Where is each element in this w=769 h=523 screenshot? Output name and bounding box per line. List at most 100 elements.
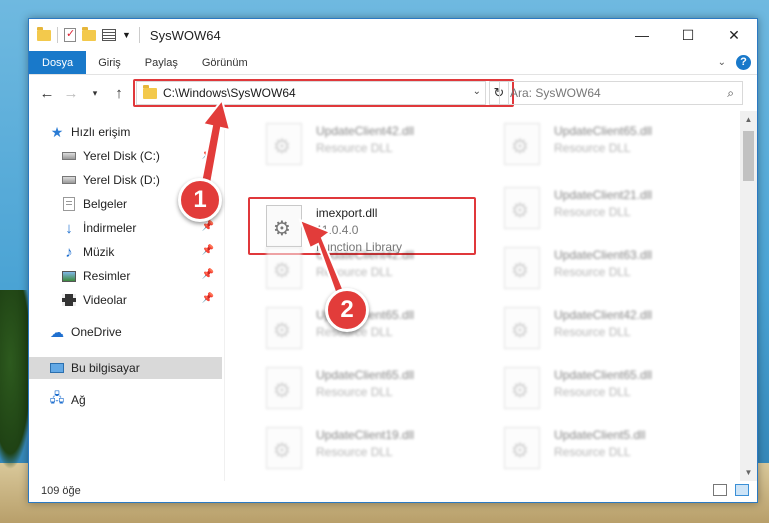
dll-file-icon bbox=[266, 123, 302, 165]
pin-icon[interactable]: 📌 bbox=[202, 149, 214, 160]
forward-arrow-icon[interactable]: → bbox=[59, 85, 83, 102]
file-name: UpdateClient19.dll bbox=[316, 428, 415, 442]
dll-file-icon bbox=[504, 307, 540, 349]
disk-icon bbox=[61, 173, 77, 187]
dll-file-icon bbox=[266, 247, 302, 289]
search-icon[interactable]: ⌕ bbox=[727, 86, 734, 101]
scroll-up-icon[interactable]: ▲ bbox=[740, 111, 757, 128]
sidebar-item-label: Resimler bbox=[83, 269, 131, 283]
file-list: UpdateClient42.dll Resource DLL imexport.… bbox=[226, 111, 741, 481]
file-name: UpdateClient5.dll bbox=[554, 428, 646, 442]
dll-file-icon bbox=[266, 427, 302, 469]
file-type: Resource DLL bbox=[316, 385, 393, 399]
file-tile[interactable]: UpdateClient63.dll Resource DLL bbox=[484, 241, 714, 297]
sidebar-item-disk-c[interactable]: Yerel Disk (C:) 📌 bbox=[29, 145, 222, 167]
details-view-icon[interactable] bbox=[713, 484, 727, 496]
help-icon[interactable]: ? bbox=[736, 55, 751, 70]
title-bar: ▼ SysWOW64 — ☐ ✕ bbox=[29, 19, 757, 51]
address-path: C:\Windows\SysWOW64 bbox=[163, 86, 296, 100]
network-icon: 🖧 bbox=[49, 390, 65, 405]
status-bar: 109 öğe bbox=[29, 479, 757, 502]
pin-icon[interactable]: 📌 bbox=[202, 245, 214, 256]
file-tile[interactable]: UpdateClient19.dll Resource DLL bbox=[246, 421, 476, 477]
dll-file-icon bbox=[266, 307, 302, 349]
file-type: Resource DLL bbox=[554, 265, 631, 279]
file-name: UpdateClient21.dll bbox=[554, 188, 653, 202]
tiles-view-icon[interactable] bbox=[735, 484, 749, 496]
scroll-thumb[interactable] bbox=[743, 131, 754, 181]
navigation-pane: ★ Hızlı erişim Yerel Disk (C:) 📌 Yerel D… bbox=[29, 111, 225, 481]
sidebar-item-onedrive[interactable]: ☁ OneDrive bbox=[29, 321, 222, 343]
file-type: Resource DLL bbox=[554, 325, 631, 339]
back-arrow-icon[interactable]: ← bbox=[35, 85, 59, 102]
file-name: UpdateClient65.dll bbox=[554, 124, 653, 138]
sidebar-item-network[interactable]: 🖧 Ağ bbox=[29, 389, 222, 411]
close-button[interactable]: ✕ bbox=[711, 19, 757, 51]
tab-gorunum[interactable]: Görünüm bbox=[190, 51, 260, 74]
file-tile[interactable]: UpdateClient21.dll Resource DLL bbox=[484, 181, 714, 237]
pin-icon[interactable]: 📌 bbox=[202, 269, 214, 280]
file-tile[interactable]: UpdateClient42.dll Resource DLL bbox=[246, 241, 476, 297]
new-folder-icon[interactable] bbox=[82, 26, 96, 41]
dll-file-icon bbox=[504, 187, 540, 229]
customize-toolbar-icon[interactable]: ▼ bbox=[122, 30, 131, 40]
file-tile[interactable]: UpdateClient42.dll Resource DLL bbox=[484, 301, 714, 357]
file-name: UpdateClient42.dll bbox=[554, 308, 653, 322]
tab-paylas[interactable]: Paylaş bbox=[133, 51, 190, 74]
dll-file-icon bbox=[504, 123, 540, 165]
search-box[interactable]: Ara: SysWOW64 ⌕ bbox=[499, 81, 743, 105]
file-name: UpdateClient42.dll bbox=[316, 248, 415, 262]
address-folder-icon bbox=[143, 84, 157, 99]
explorer-window: ▼ SysWOW64 — ☐ ✕ Dosya Giriş Paylaş Görü… bbox=[28, 18, 758, 503]
recent-chevron-icon[interactable]: ▾ bbox=[83, 88, 107, 99]
sidebar-item-label: Bu bilgisayar bbox=[71, 361, 140, 375]
sidebar-item-label: Müzik bbox=[83, 245, 115, 259]
address-chevron-down-icon[interactable]: ⌄ bbox=[473, 86, 481, 97]
quick-access-toolbar: ▼ bbox=[29, 26, 131, 43]
properties-check-icon[interactable] bbox=[64, 27, 76, 42]
file-tile[interactable]: UpdateClient5.dll Resource DLL bbox=[484, 421, 714, 477]
music-icon: ♪ bbox=[65, 243, 73, 261]
title-separator bbox=[138, 27, 140, 43]
sidebar-item-pictures[interactable]: Resimler 📌 bbox=[29, 265, 222, 287]
pin-icon[interactable]: 📌 bbox=[202, 221, 214, 232]
file-tile[interactable]: UpdateClient65.dll Resource DLL bbox=[484, 361, 714, 417]
minimize-button[interactable]: — bbox=[619, 19, 665, 51]
sidebar-item-label: Hızlı erişim bbox=[71, 125, 131, 139]
sidebar-item-label: Belgeler bbox=[83, 197, 128, 211]
tab-giris[interactable]: Giriş bbox=[86, 51, 133, 74]
computer-icon bbox=[49, 361, 65, 375]
dll-file-icon bbox=[504, 427, 540, 469]
sidebar-item-quick-access[interactable]: ★ Hızlı erişim bbox=[29, 121, 222, 143]
view-details-icon[interactable] bbox=[102, 29, 116, 41]
ribbon-right: ⌄ ? bbox=[718, 55, 751, 70]
file-tile[interactable]: UpdateClient65.dll Resource DLL bbox=[484, 117, 714, 173]
file-type: Resource DLL bbox=[316, 325, 393, 339]
disk-icon bbox=[61, 149, 77, 163]
downloads-icon: ↓ bbox=[65, 219, 73, 237]
dll-file-icon bbox=[504, 247, 540, 289]
sidebar-item-videos[interactable]: Videolar 📌 bbox=[29, 289, 222, 311]
address-bar[interactable]: C:\Windows\SysWOW64 ⌄ bbox=[136, 81, 486, 105]
up-arrow-icon[interactable]: ↑ bbox=[107, 85, 131, 102]
vertical-scrollbar[interactable]: ▲ ▼ bbox=[740, 111, 757, 481]
sidebar-item-this-pc[interactable]: Bu bilgisayar bbox=[29, 357, 222, 379]
item-count: 109 öğe bbox=[41, 484, 81, 497]
file-type: Resource DLL bbox=[316, 141, 393, 155]
step-badge-1: 1 bbox=[178, 178, 222, 222]
dll-file-icon bbox=[504, 367, 540, 409]
sidebar-item-music[interactable]: ♪ Müzik 📌 bbox=[29, 241, 222, 263]
tab-dosya[interactable]: Dosya bbox=[29, 51, 87, 74]
file-tile[interactable]: UpdateClient42.dll Resource DLL bbox=[246, 117, 476, 173]
pin-icon[interactable]: 📌 bbox=[202, 293, 214, 304]
maximize-button[interactable]: ☐ bbox=[665, 19, 711, 51]
file-type: Resource DLL bbox=[554, 141, 631, 155]
file-type: Resource DLL bbox=[316, 265, 393, 279]
toolbar-separator bbox=[57, 27, 58, 43]
file-tile[interactable]: UpdateClient65.dll Resource DLL bbox=[246, 361, 476, 417]
navigation-bar: ← → ▾ ↑ C:\Windows\SysWOW64 ⌄ ↻ Ara: Sys… bbox=[29, 75, 757, 111]
step-badge-2: 2 bbox=[325, 288, 369, 332]
file-name: UpdateClient65.dll bbox=[316, 368, 415, 382]
search-placeholder: Ara: SysWOW64 bbox=[510, 86, 601, 100]
expand-ribbon-icon[interactable]: ⌄ bbox=[718, 57, 726, 68]
